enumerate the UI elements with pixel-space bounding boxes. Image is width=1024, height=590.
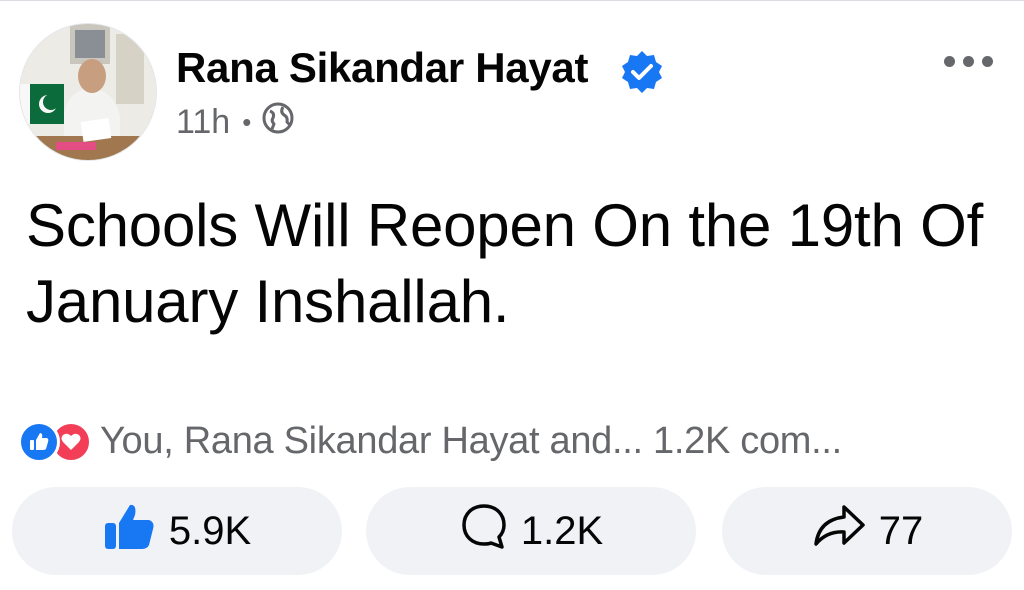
top-divider [0,0,1024,1]
globe-icon[interactable] [261,101,295,144]
comment-bubble-icon [459,501,509,561]
meta-separator: • [242,107,252,137]
share-count: 77 [878,508,924,553]
post-time[interactable]: 11h [176,103,230,142]
verified-badge-icon [620,50,664,99]
thumbs-up-icon [103,501,157,561]
more-dot [944,56,955,67]
post-text: Schools Will Reopen On the 19th Of Janua… [26,192,984,335]
more-dot [963,56,974,67]
share-arrow-icon [811,502,867,560]
reaction-summary[interactable]: You, Rana Sikandar Hayat and... 1.2K com… [100,420,842,463]
like-button[interactable]: 5.9K [12,487,342,575]
comment-count: 1.2K [520,508,604,553]
avatar[interactable] [20,24,156,160]
share-button[interactable]: 77 [722,487,1012,575]
like-reaction-icon [18,420,60,463]
post-meta: 11h • [176,101,295,144]
like-count: 5.9K [168,508,252,553]
reaction-bar[interactable]: You, Rana Sikandar Hayat and... 1.2K com… [18,420,842,463]
more-dot [982,56,993,67]
comment-button[interactable]: 1.2K [366,487,696,575]
more-options-icon[interactable] [944,56,993,67]
author-name[interactable]: Rana Sikandar Hayat [176,44,588,92]
